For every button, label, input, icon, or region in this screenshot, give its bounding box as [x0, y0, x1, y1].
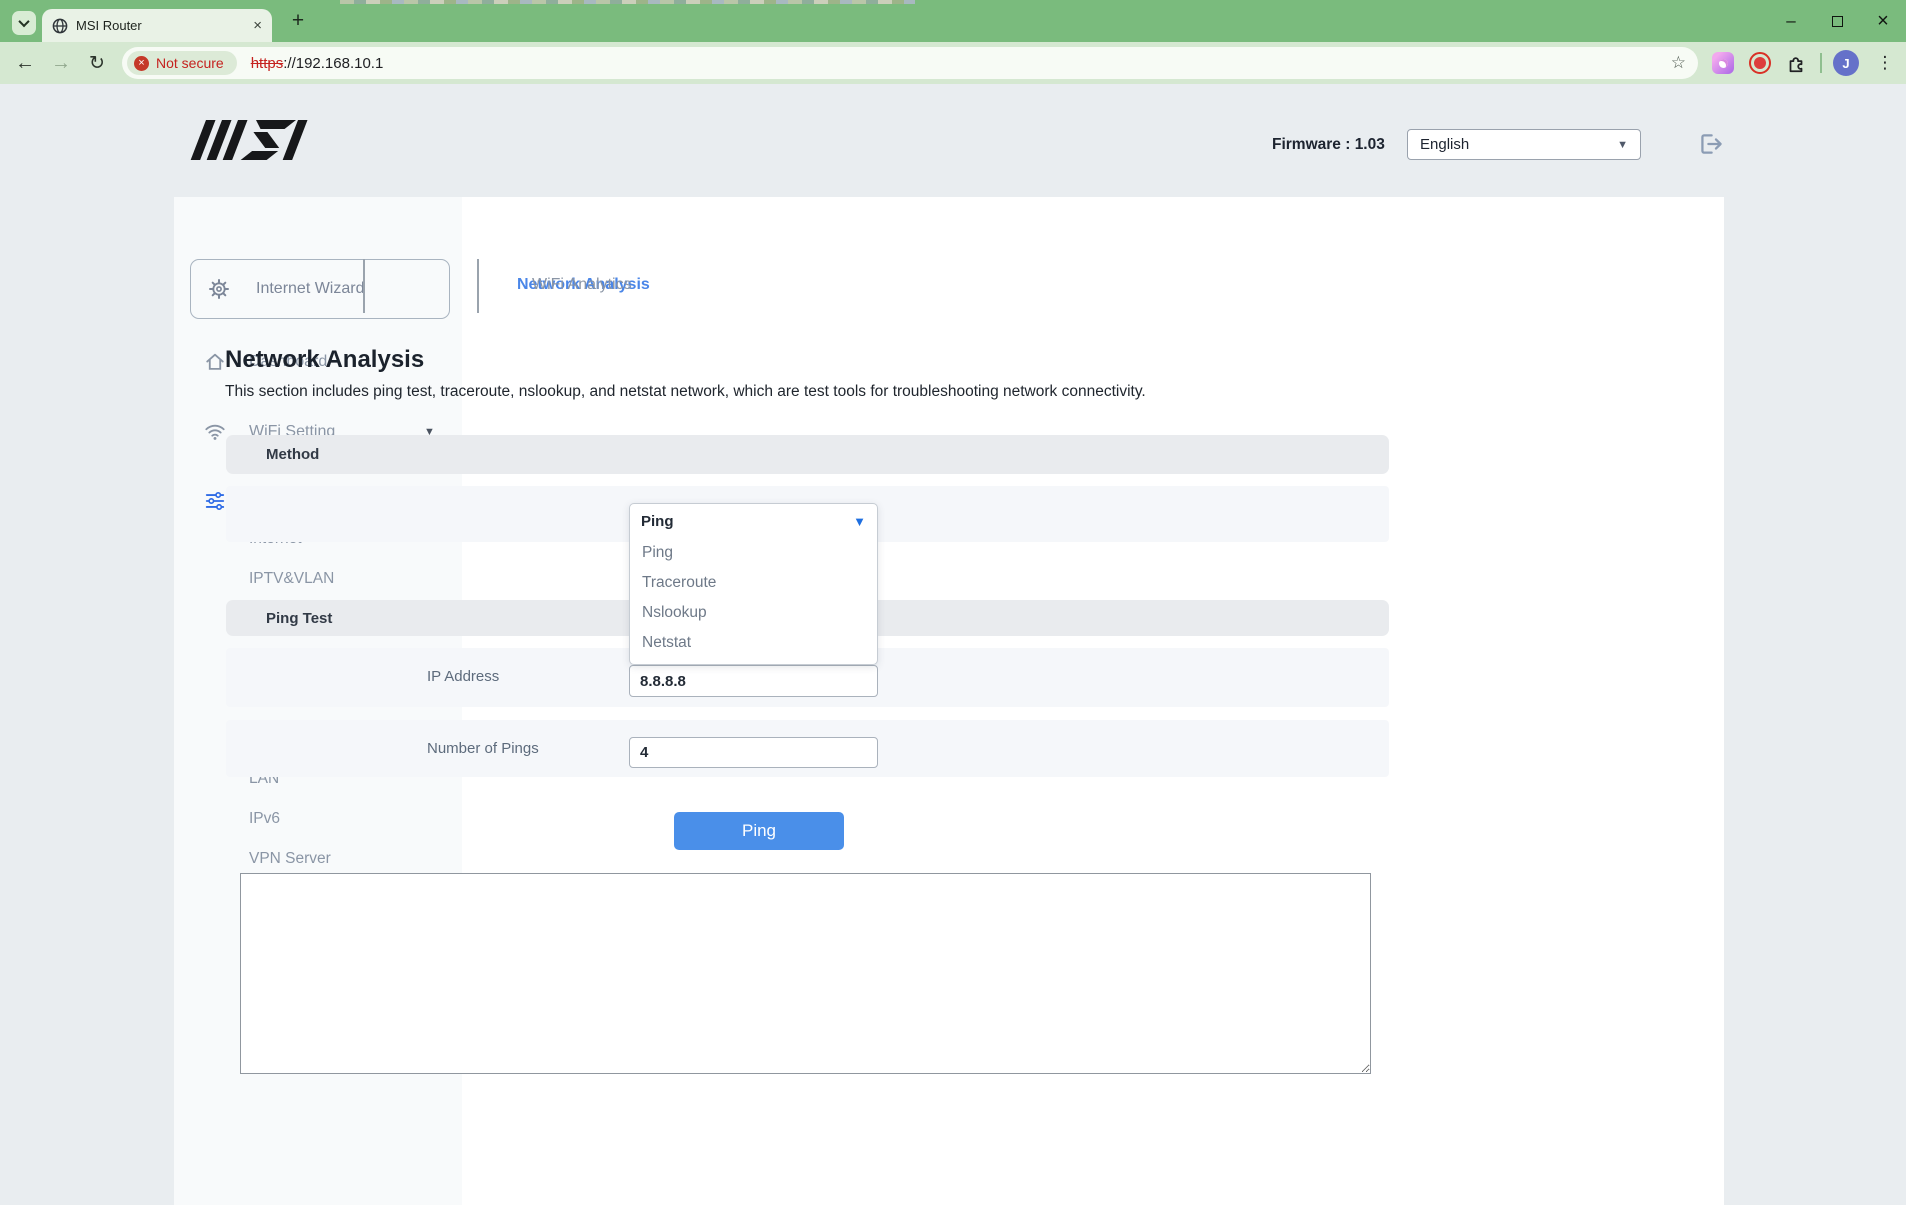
new-tab-button[interactable]: + [284, 7, 312, 35]
language-value: English [1420, 136, 1617, 153]
not-secure-badge[interactable]: × Not secure [127, 51, 237, 75]
url-host: ://192.168.10.1 [283, 55, 383, 72]
window-controls: – × [1768, 0, 1906, 42]
chevron-down-icon [18, 16, 29, 27]
forward-button[interactable]: → [44, 42, 78, 84]
number-of-pings-label: Number of Pings [427, 740, 539, 757]
method-option-netstat[interactable]: Netstat [630, 628, 877, 658]
tab-title: MSI Router [76, 18, 245, 33]
method-option-nslookup[interactable]: Nslookup [630, 598, 877, 628]
msi-logo [190, 120, 330, 160]
gear-icon [208, 278, 230, 300]
number-of-pings-input[interactable] [629, 737, 878, 768]
extension-glyph [1719, 59, 1728, 68]
sidebar-item-label: Internet Wizard [256, 280, 364, 298]
content-card: Internet Wizard Dashboard WiFi Setting ▼ [174, 197, 1724, 1205]
sidebar-subitem-ipv6[interactable]: IPv6 [249, 807, 280, 831]
danger-icon: × [134, 56, 149, 71]
desktop-edge-artifact [340, 0, 915, 4]
logout-icon[interactable] [1697, 131, 1723, 157]
method-selected-value: Ping [641, 513, 853, 530]
chevron-down-icon: ▼ [1617, 139, 1628, 151]
method-option-traceroute[interactable]: Traceroute [630, 568, 877, 598]
record-dot [1754, 57, 1766, 69]
sidebar-item-internet-wizard[interactable]: Internet Wizard [190, 259, 450, 319]
method-dropdown-value[interactable]: Ping ▼ [630, 504, 877, 538]
globe-icon [52, 18, 68, 34]
ip-address-label: IP Address [427, 668, 499, 685]
url-scheme: https [251, 55, 284, 72]
sidebar-subitem-vpn-server[interactable]: VPN Server [249, 847, 331, 871]
recording-indicator-icon[interactable] [1749, 52, 1771, 74]
firmware-version: Firmware : 1.03 [1272, 136, 1385, 154]
sidebar-subitem-iptv-vlan[interactable]: IPTV&VLAN [249, 567, 334, 591]
page-title: Network Analysis [225, 346, 424, 374]
close-button[interactable]: × [1860, 0, 1906, 42]
page-description: This section includes ping test, tracero… [225, 383, 1146, 401]
extensions-puzzle-icon[interactable] [1785, 52, 1807, 74]
tab-wifi-analytics[interactable]: WiFi Analytics [532, 276, 632, 294]
ping-button[interactable]: Ping [674, 812, 844, 850]
tab-search-button[interactable] [12, 11, 36, 35]
maximize-button[interactable] [1814, 0, 1860, 42]
toolbar-separator [1820, 53, 1822, 73]
tab-divider [363, 259, 365, 313]
ip-address-input[interactable] [629, 665, 878, 697]
browser-tab[interactable]: MSI Router × [42, 9, 272, 42]
method-dropdown: Ping ▼ Ping Traceroute Nslookup Netstat [629, 503, 878, 665]
address-bar[interactable]: × Not secure https://192.168.10.1 ☆ [122, 47, 1698, 79]
browser-menu-icon[interactable]: ⋮ [1872, 50, 1898, 76]
minimize-button[interactable]: – [1768, 0, 1814, 42]
reload-button[interactable]: ↻ [80, 42, 114, 84]
maximize-icon [1832, 16, 1843, 27]
language-select[interactable]: English ▼ [1407, 129, 1641, 160]
wifi-icon [204, 421, 226, 443]
ping-output-textarea[interactable] [240, 873, 1371, 1074]
not-secure-label: Not secure [156, 55, 224, 71]
tab-divider [477, 259, 479, 313]
browser-titlebar: MSI Router × + – × [0, 0, 1906, 42]
back-button[interactable]: ← [8, 42, 42, 84]
profile-avatar[interactable]: J [1833, 50, 1859, 76]
extension-icon[interactable] [1712, 52, 1734, 74]
bookmark-star-icon[interactable]: ☆ [1671, 53, 1686, 73]
method-option-ping[interactable]: Ping [630, 538, 877, 568]
sliders-icon [204, 490, 226, 512]
browser-toolbar: ← → ↻ × Not secure https://192.168.10.1 … [0, 42, 1906, 84]
method-section-header: Method [226, 435, 1389, 474]
tab-close-icon[interactable]: × [253, 18, 262, 33]
chevron-down-icon: ▼ [853, 514, 866, 529]
url-text: https://192.168.10.1 [251, 55, 384, 72]
home-icon [204, 351, 226, 373]
method-dropdown-list: Ping Traceroute Nslookup Netstat [630, 538, 877, 664]
router-page: Firmware : 1.03 English ▼ [0, 84, 1906, 1205]
